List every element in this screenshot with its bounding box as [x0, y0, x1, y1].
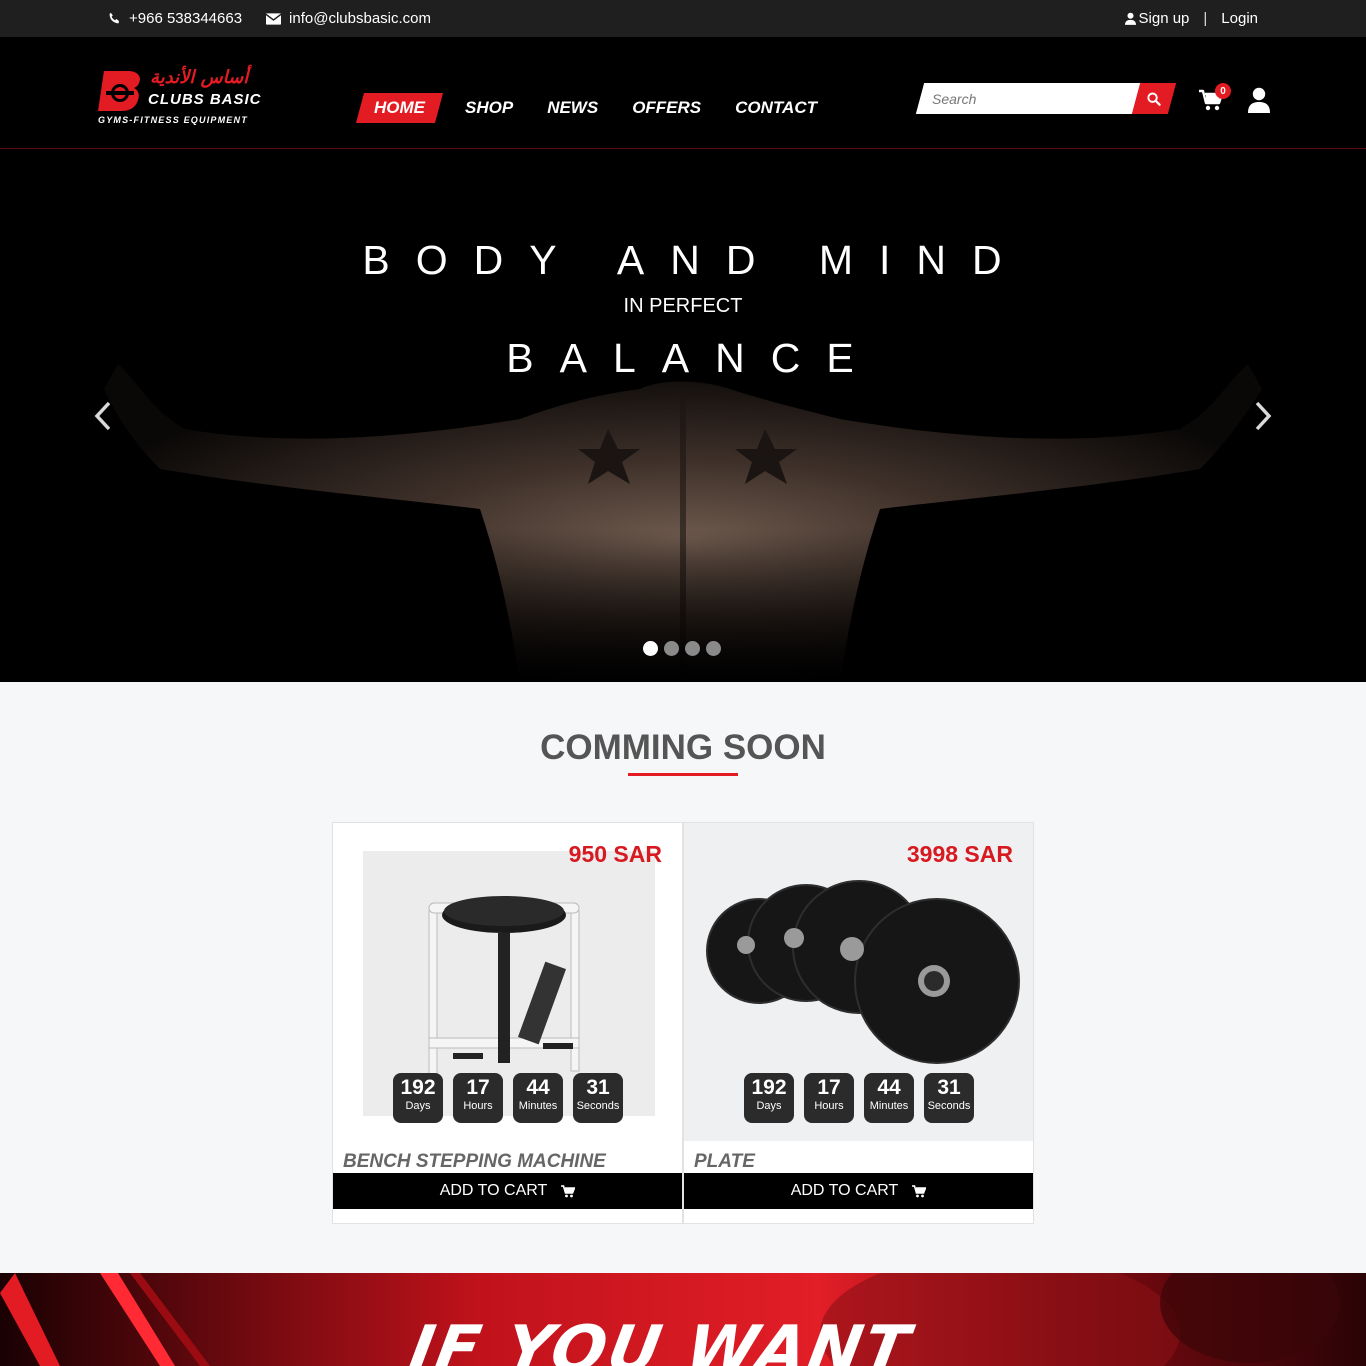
nav-item-offers[interactable]: OFFERS: [624, 93, 709, 123]
logo-tagline: GYMS-FITNESS EQUIPMENT: [98, 115, 248, 125]
promo-slogan: IF YOU WANT: [403, 1313, 917, 1366]
countdown-unit: Minutes: [869, 1100, 909, 1112]
nav-item-news[interactable]: NEWS: [539, 93, 606, 123]
hero-tagline: BALANCE: [506, 335, 880, 381]
top-bar: +966 538344663 info@clubsbasic.com Sign …: [0, 0, 1366, 37]
logo-name: CLUBS BASIC: [148, 91, 262, 108]
hero-slider: BODY AND MIND IN PERFECT BALANCE: [0, 149, 1366, 682]
user-account-icon: [1248, 87, 1270, 113]
product-card: 950 SAR 192 Days 17 Hours 44 Minutes 31 Seco…: [332, 822, 683, 1224]
countdown-value: 17: [817, 1076, 841, 1099]
countdown-unit: Seconds: [576, 1100, 620, 1112]
main-header: أساس الأندية CLUBS BASIC GYMS-FITNESS EQ…: [0, 37, 1366, 149]
nav-home-label: HOME: [374, 98, 425, 117]
cart-count-badge: 0: [1215, 83, 1231, 99]
envelope-icon: [266, 12, 282, 25]
signup-link[interactable]: Sign up: [1124, 10, 1190, 27]
countdown-days: 192 Days: [393, 1073, 443, 1123]
signup-label: Sign up: [1138, 10, 1190, 27]
cart-button[interactable]: 0: [1198, 83, 1231, 114]
product-card: 3998 SAR 192 Days 17 Hours 44 Minutes 31 Sec…: [683, 822, 1034, 1224]
countdown-unit: Seconds: [927, 1100, 971, 1112]
slider-next-button[interactable]: [1252, 399, 1274, 433]
phone-contact[interactable]: +966 538344663: [108, 10, 242, 27]
countdown-timer: 192 Days 17 Hours 44 Minutes 31 Seconds: [744, 1073, 974, 1123]
countdown-hours: 17 Hours: [453, 1073, 503, 1123]
phone-number: +966 538344663: [129, 10, 243, 27]
product-name[interactable]: BENCH STEPPING MACHINE: [343, 1151, 606, 1173]
slider-dot-3[interactable]: [685, 641, 700, 656]
product-price: 950 SAR: [568, 841, 662, 867]
search-button[interactable]: [1131, 83, 1177, 114]
add-to-cart-button[interactable]: ADD TO CART: [684, 1173, 1033, 1209]
countdown-minutes: 44 Minutes: [864, 1073, 914, 1123]
product-name[interactable]: PLATE: [694, 1151, 755, 1173]
nav-item-contact[interactable]: CONTACT: [727, 93, 825, 123]
countdown-value: 44: [877, 1076, 901, 1099]
login-link[interactable]: Login: [1221, 10, 1258, 27]
slider-dot-4[interactable]: [706, 641, 721, 656]
auth-separator: |: [1203, 10, 1208, 27]
countdown-value: 31: [937, 1076, 961, 1099]
countdown-value: 44: [526, 1076, 550, 1099]
logo-mark-icon: [98, 71, 140, 111]
product-image[interactable]: 3998 SAR 192 Days 17 Hours 44 Minutes 31 Sec…: [684, 823, 1033, 1141]
add-to-cart-label: ADD TO CART: [439, 1182, 548, 1199]
contact-info: +966 538344663 info@clubsbasic.com: [108, 10, 431, 27]
promo-banner: IF YOU WANT: [0, 1273, 1366, 1366]
countdown-timer: 192 Days 17 Hours 44 Minutes 31 Seconds: [393, 1073, 623, 1123]
countdown-unit: Minutes: [518, 1100, 558, 1112]
hero-athlete-image: [0, 149, 1366, 682]
search-box: [915, 83, 1177, 114]
site-logo[interactable]: أساس الأندية CLUBS BASIC GYMS-FITNESS EQ…: [98, 67, 263, 127]
countdown-value: 17: [466, 1076, 490, 1099]
user-icon: [1124, 12, 1136, 25]
countdown-seconds: 31 Seconds: [573, 1073, 623, 1123]
coming-soon-title: COMMING SOON: [540, 728, 826, 767]
email-contact[interactable]: info@clubsbasic.com: [266, 10, 431, 27]
countdown-value: 192: [400, 1076, 436, 1099]
slider-dot-1[interactable]: [643, 641, 658, 656]
countdown-minutes: 44 Minutes: [513, 1073, 563, 1123]
countdown-value: 31: [586, 1076, 610, 1099]
countdown-unit: Days: [756, 1100, 782, 1112]
phone-icon: [109, 12, 119, 24]
countdown-unit: Hours: [463, 1100, 493, 1112]
account-button[interactable]: [1248, 87, 1270, 113]
search-icon: [1147, 92, 1161, 106]
add-to-cart-button[interactable]: ADD TO CART: [333, 1173, 682, 1209]
nav-item-home[interactable]: HOME: [355, 93, 444, 123]
countdown-seconds: 31 Seconds: [924, 1073, 974, 1123]
auth-links: Sign up | Login: [1124, 10, 1258, 27]
countdown-hours: 17 Hours: [804, 1073, 854, 1123]
email-address: info@clubsbasic.com: [289, 10, 431, 27]
slider-dot-2[interactable]: [664, 641, 679, 656]
hero-headline: BODY AND MIND: [362, 237, 1028, 283]
slider-prev-button[interactable]: [92, 399, 114, 433]
countdown-value: 192: [751, 1076, 787, 1099]
countdown-unit: Hours: [814, 1100, 844, 1112]
title-underline: [628, 773, 738, 776]
countdown-unit: Days: [405, 1100, 431, 1112]
product-price: 3998 SAR: [906, 841, 1013, 867]
product-image[interactable]: 950 SAR 192 Days 17 Hours 44 Minutes 31 Seco…: [333, 823, 682, 1141]
main-nav: HOME SHOP NEWS OFFERS CONTACT: [355, 93, 825, 123]
hero-subheadline: IN PERFECT: [623, 295, 743, 317]
logo-arabic-text: أساس الأندية: [150, 67, 249, 88]
cart-icon: [912, 1184, 927, 1197]
slider-indicators: [643, 641, 721, 656]
add-to-cart-label: ADD TO CART: [790, 1182, 899, 1199]
cart-icon: [561, 1184, 576, 1197]
countdown-days: 192 Days: [744, 1073, 794, 1123]
search-input[interactable]: [932, 88, 1132, 109]
nav-item-shop[interactable]: SHOP: [457, 93, 521, 123]
